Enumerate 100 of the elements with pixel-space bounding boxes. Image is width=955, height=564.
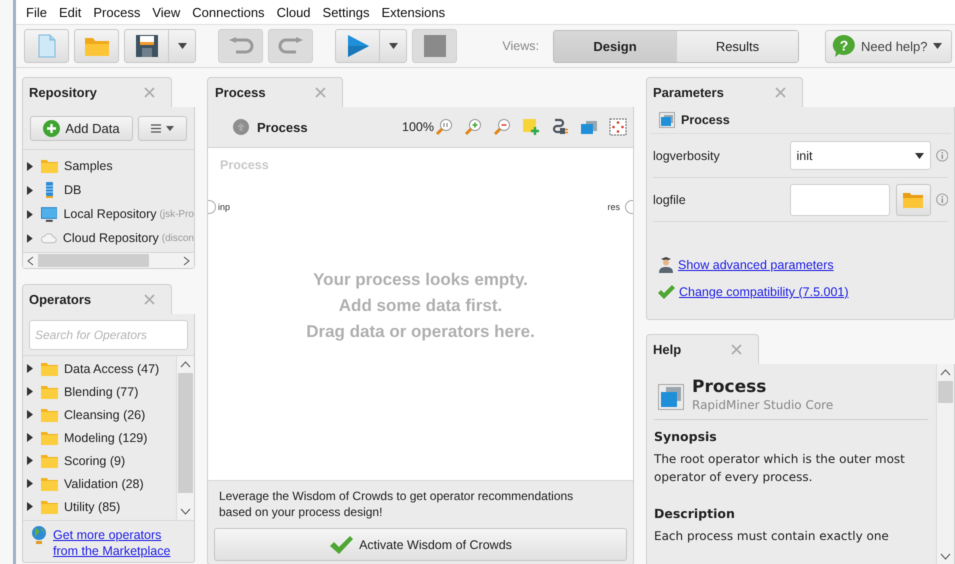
expander-icon[interactable] bbox=[27, 502, 33, 511]
tree-item[interactable]: Validation (28) bbox=[27, 472, 176, 495]
vertical-scrollbar[interactable] bbox=[936, 364, 954, 564]
save-button[interactable] bbox=[124, 29, 169, 63]
folder-icon bbox=[41, 408, 58, 422]
close-icon[interactable] bbox=[144, 294, 155, 305]
auto-fit-icon[interactable] bbox=[609, 118, 627, 136]
tree-item[interactable]: Cleansing (26) bbox=[27, 403, 176, 426]
monitor-icon bbox=[40, 206, 58, 222]
zoom-reset-icon[interactable] bbox=[435, 118, 453, 136]
checkmark-icon bbox=[658, 285, 675, 299]
scroll-down-icon[interactable] bbox=[940, 553, 951, 560]
tree-item[interactable]: DB bbox=[27, 178, 194, 202]
view-tab[interactable]: Results bbox=[676, 30, 798, 62]
run-menu-button[interactable] bbox=[379, 29, 407, 63]
tree-item[interactable]: Cloud Repository (discon bbox=[27, 226, 194, 250]
expander-icon[interactable] bbox=[27, 387, 33, 396]
save-menu-button[interactable] bbox=[168, 29, 196, 63]
globe-icon bbox=[31, 526, 47, 544]
add-data-button[interactable]: Add Data bbox=[30, 116, 133, 141]
zoom-in-icon[interactable] bbox=[464, 118, 482, 136]
panel-tab[interactable]: Help bbox=[646, 334, 759, 364]
close-icon[interactable] bbox=[775, 87, 786, 98]
menu-item[interactable]: Extensions bbox=[382, 4, 446, 20]
menu-item[interactable]: Settings bbox=[322, 4, 370, 20]
open-button[interactable] bbox=[74, 29, 119, 63]
panel-tab[interactable]: Process bbox=[207, 77, 343, 107]
panel-tab[interactable]: Repository bbox=[22, 77, 172, 107]
zoom-level: 100% bbox=[402, 120, 434, 134]
panel-tab[interactable]: Operators bbox=[22, 284, 172, 314]
scroll-thumb[interactable] bbox=[38, 254, 149, 267]
expander-icon[interactable] bbox=[27, 186, 33, 194]
horizontal-scrollbar[interactable] bbox=[23, 252, 194, 268]
marketplace-link[interactable]: Get more operators from the Marketplace bbox=[53, 527, 183, 559]
scroll-left-icon[interactable] bbox=[27, 256, 34, 266]
expander-icon[interactable] bbox=[27, 456, 33, 465]
tree-item[interactable]: Data Access (47) bbox=[27, 357, 176, 380]
expander-icon[interactable] bbox=[27, 162, 33, 170]
menu-item[interactable]: Cloud bbox=[276, 4, 311, 20]
info-icon[interactable] bbox=[936, 193, 948, 206]
expander-icon[interactable] bbox=[27, 433, 33, 442]
tree-item[interactable]: Utility (85) bbox=[27, 495, 176, 518]
tree-item[interactable]: Samples bbox=[27, 154, 194, 178]
tree-item[interactable]: Scoring (9) bbox=[27, 449, 176, 472]
activate-wisdom-button[interactable]: Activate Wisdom of Crowds bbox=[214, 528, 627, 561]
close-icon[interactable] bbox=[315, 87, 326, 98]
view-tab[interactable]: Design bbox=[554, 30, 676, 62]
panel-tab[interactable]: Parameters bbox=[646, 77, 803, 107]
breadcrumb[interactable]: Process bbox=[233, 119, 308, 135]
parameter-link[interactable]: Change compatibility (7.5.001) bbox=[679, 285, 849, 299]
scroll-thumb[interactable] bbox=[178, 373, 193, 493]
add-note-icon[interactable] bbox=[522, 118, 540, 136]
scroll-up-icon[interactable] bbox=[940, 369, 951, 376]
vertical-scrollbar[interactable] bbox=[176, 356, 194, 520]
search-field[interactable]: Search for Operators bbox=[29, 320, 188, 350]
menu-item[interactable]: Connections bbox=[192, 4, 265, 20]
browse-button[interactable] bbox=[896, 184, 930, 216]
folder-icon bbox=[41, 500, 58, 514]
expander-icon[interactable] bbox=[27, 210, 33, 218]
close-icon[interactable] bbox=[731, 344, 742, 355]
plug-icon[interactable] bbox=[551, 118, 569, 136]
scroll-thumb[interactable] bbox=[938, 381, 953, 403]
info-icon[interactable] bbox=[936, 149, 948, 162]
redo-icon bbox=[278, 37, 304, 55]
expander-icon[interactable] bbox=[27, 364, 33, 373]
folder-icon bbox=[41, 476, 58, 490]
menu-button[interactable] bbox=[138, 116, 187, 141]
menu-item[interactable]: Process bbox=[93, 4, 140, 20]
folder-icon bbox=[41, 384, 58, 398]
close-icon[interactable] bbox=[144, 87, 155, 98]
need-help-button[interactable]: ? Need help? bbox=[825, 30, 952, 62]
scroll-up-icon[interactable] bbox=[180, 361, 191, 368]
expander-icon[interactable] bbox=[27, 479, 33, 488]
expander-icon[interactable] bbox=[27, 410, 33, 419]
menu-item[interactable]: Edit bbox=[58, 4, 82, 20]
menu-item[interactable]: File bbox=[26, 4, 47, 20]
scroll-right-icon[interactable] bbox=[183, 256, 190, 266]
file-field[interactable] bbox=[790, 184, 890, 216]
folder-icon bbox=[903, 192, 923, 208]
tree-item[interactable]: Local Repository (jsk-Pro bbox=[27, 202, 194, 226]
run-button[interactable] bbox=[335, 29, 380, 63]
section-text: Each process must contain exactly one bbox=[654, 528, 890, 545]
layers-icon[interactable] bbox=[580, 118, 598, 136]
parameter-link[interactable]: Show advanced parameters bbox=[678, 258, 834, 272]
menu-item[interactable]: View bbox=[152, 4, 180, 20]
tree-item[interactable]: Blending (77) bbox=[27, 380, 176, 403]
dropdown[interactable]: init bbox=[790, 141, 930, 170]
caret-icon bbox=[388, 43, 398, 49]
expander-icon[interactable] bbox=[27, 234, 33, 242]
scroll-down-icon[interactable] bbox=[180, 508, 191, 515]
output-port[interactable] bbox=[625, 200, 633, 214]
tree-item[interactable]: Modeling (129) bbox=[27, 426, 176, 449]
new-button[interactable] bbox=[24, 29, 69, 63]
port-label: inp bbox=[218, 202, 230, 212]
caret-icon bbox=[932, 43, 942, 49]
folder-icon bbox=[41, 454, 58, 468]
input-port[interactable] bbox=[208, 200, 216, 214]
document-icon bbox=[36, 34, 56, 58]
recommendation-text: Leverage the Wisdom of Crowds to get operator recommendations based on your process design! bbox=[218, 488, 574, 520]
zoom-out-icon[interactable] bbox=[493, 118, 511, 136]
